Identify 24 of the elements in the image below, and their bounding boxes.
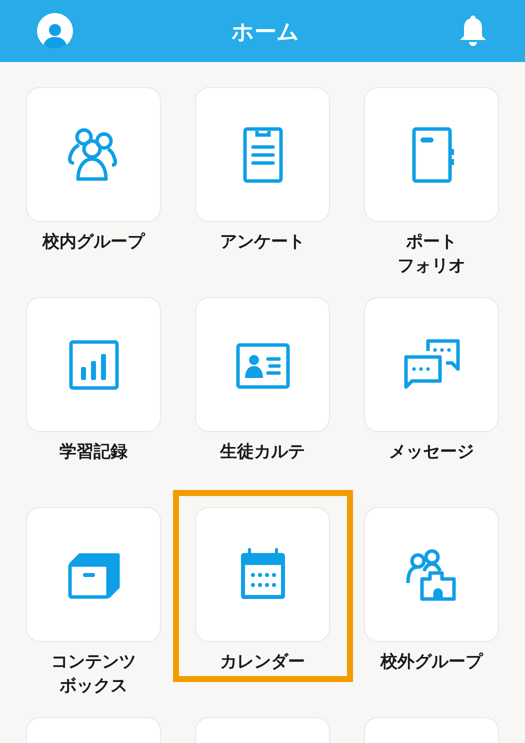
menu-tile[interactable] bbox=[26, 87, 161, 222]
tile-label: メッセージ bbox=[389, 441, 474, 463]
bell-icon bbox=[459, 15, 487, 47]
menu-tile[interactable] bbox=[26, 507, 161, 642]
menu-tile[interactable] bbox=[364, 297, 499, 432]
tile-label: 校外グループ bbox=[380, 651, 482, 673]
profile-button[interactable] bbox=[37, 13, 73, 49]
tile-label: カレンダー bbox=[220, 651, 305, 673]
menu-tile[interactable] bbox=[195, 507, 330, 642]
tile-label-line: ボックス bbox=[60, 675, 128, 697]
page-title: ホーム bbox=[232, 18, 300, 46]
tile-label: 校内グループ bbox=[42, 231, 144, 253]
tile-label-line: コンテンツ bbox=[51, 651, 136, 673]
tile-label: アンケート bbox=[220, 231, 305, 253]
menu-tile[interactable] bbox=[195, 87, 330, 222]
menu-tile[interactable] bbox=[195, 297, 330, 432]
menu-tile[interactable] bbox=[26, 297, 161, 432]
tile-label-line: フォリオ bbox=[398, 255, 466, 277]
tile-label: 生徒カルテ bbox=[220, 441, 305, 463]
menu-tile[interactable] bbox=[364, 87, 499, 222]
menu-tile[interactable] bbox=[364, 507, 499, 642]
notification-button[interactable] bbox=[458, 14, 488, 48]
tile-label-line: ポート bbox=[406, 231, 457, 253]
tile-label: 学習記録 bbox=[60, 441, 128, 463]
